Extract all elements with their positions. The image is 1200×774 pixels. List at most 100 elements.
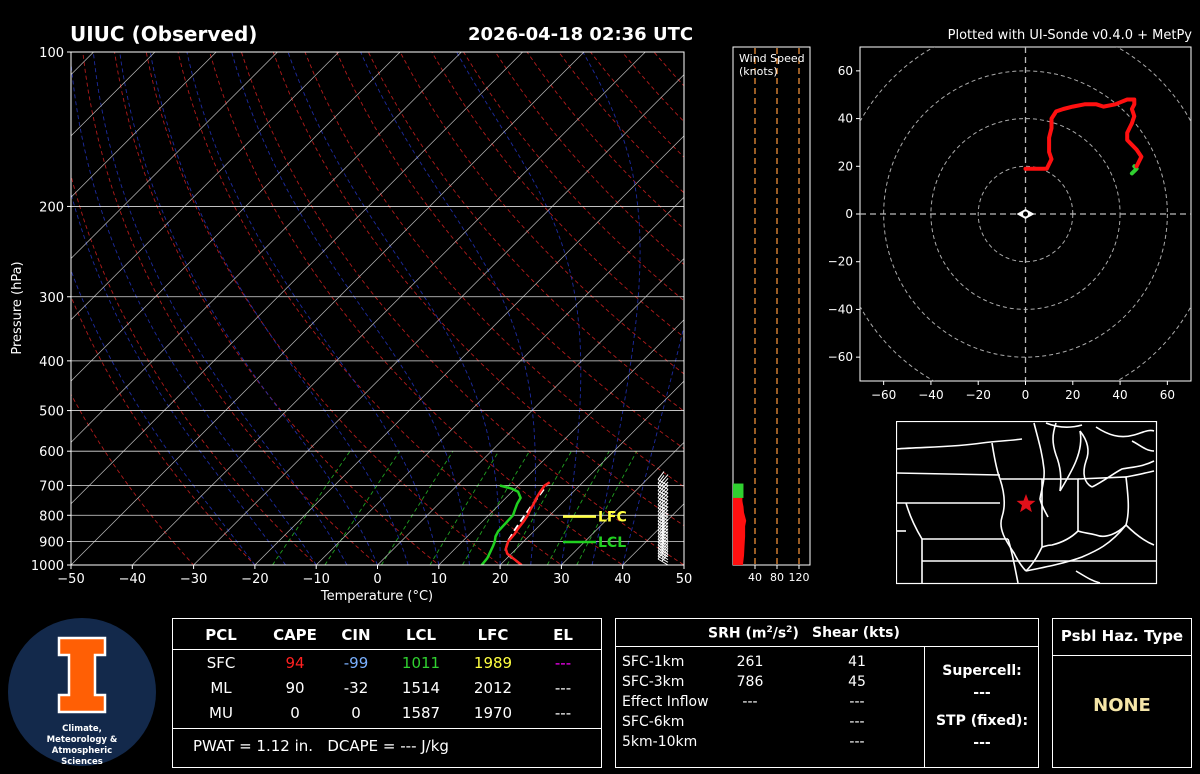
dry-adiabat-line	[209, 52, 624, 565]
dry-adiabat-line	[336, 52, 684, 450]
x-axis-label: Temperature (°C)	[320, 589, 433, 604]
y-tick-label: 900	[39, 536, 64, 551]
parcel-cell-pcl: SFC	[206, 654, 236, 672]
wind-speed-fill-high	[733, 483, 744, 498]
parcel-cell-pcl: ML	[210, 679, 232, 697]
dry-adiabat-line	[431, 52, 684, 338]
dry-adiabat-line	[272, 52, 684, 527]
y-tick-label: −20	[828, 255, 853, 269]
isotherm-line	[561, 441, 684, 565]
logo-caption: Climate, Meteorology & Atmospheric Scien…	[8, 724, 156, 768]
srh-header: SRH (m2/s2)	[708, 625, 799, 642]
wind-speed-title-line1: Wind Speed	[739, 52, 805, 65]
moist-adiabat-line	[92, 52, 348, 565]
parcel-cell-lcl: 1011	[401, 654, 441, 672]
kinematics-shear-value: ---	[849, 714, 865, 730]
isotherm-line	[499, 380, 684, 565]
kinematics-shear-value: 45	[848, 674, 866, 690]
kinematics-shear-value: ---	[849, 694, 865, 710]
isotherm-line	[132, 52, 646, 565]
kinematics-layer-label: SFC-1km	[622, 654, 685, 670]
kinematics-shear-value: ---	[849, 734, 865, 750]
x-tick-label: 20	[1065, 388, 1080, 402]
dry-adiabat-line	[621, 52, 684, 123]
supercell-label: Supercell:	[942, 663, 1022, 679]
parcel-cell-el: ---	[554, 679, 572, 697]
moist-adiabat-line	[71, 57, 317, 565]
skew-t-chart: 1002003004005006007008009001000 −50 −40 −3…	[10, 46, 692, 604]
hazard-type-value: NONE	[1093, 695, 1151, 716]
moist-adiabat-line	[186, 52, 440, 565]
x-tick-label: 20	[492, 572, 509, 587]
y-tick-label: 300	[39, 291, 64, 306]
level-label-lcl: LCL	[598, 535, 626, 551]
y-tick-label: 0	[845, 207, 853, 221]
kinematics-srh-value: ---	[742, 694, 758, 710]
supercell-value: ---	[973, 685, 991, 701]
x-tick-label: −30	[180, 572, 207, 587]
parcel-header-lcl: LCL	[405, 626, 437, 644]
kinematics-srh-value: 261	[736, 654, 764, 670]
y-tick-label: 600	[39, 445, 64, 460]
mixing-ratio-line	[429, 450, 500, 565]
parcel-cell-lcl: 1587	[401, 704, 441, 722]
parcel-cell-lcl: 1514	[401, 679, 441, 697]
dry-adiabat-line	[526, 52, 684, 230]
mixing-ratio-line	[272, 450, 351, 565]
kinematics-layer-label: Effect Inflow	[622, 694, 709, 710]
logo-caption-line: Atmospheric	[51, 746, 113, 756]
y-tick-label: −60	[828, 350, 853, 364]
hodograph-chart: −60 −40 −20 0 20 40 60 60 40 20 0 −20 −40 −60	[828, 46, 1192, 402]
mixing-ratio-line	[380, 450, 454, 565]
wind-speed-frame	[732, 46, 811, 566]
wind-speed-chart: Wind Speed (knots) 40 80 120	[732, 46, 811, 584]
dry-adiabat-line	[494, 52, 684, 266]
moist-adiabat-line	[582, 52, 641, 565]
level-label-lfc: LFC	[598, 510, 627, 526]
location-map	[896, 421, 1158, 585]
y-tick-label: 20	[838, 159, 853, 173]
y-tick-label: 40	[838, 112, 853, 126]
shear-header: Shear (kts)	[812, 625, 900, 641]
moist-adiabat-line	[287, 52, 501, 565]
moist-adiabat-line	[119, 52, 378, 565]
y-axis-label: Pressure (hPa)	[10, 261, 25, 354]
isotherm-line	[71, 52, 462, 443]
parcel-cell-lfc: 2012	[473, 679, 513, 697]
y-tick-label: 200	[39, 200, 64, 215]
department-logo: Climate, Meteorology & Atmospheric Scien…	[8, 618, 156, 768]
parcel-cell-el: ---	[554, 704, 572, 722]
parcel-cell-lfc: 1989	[473, 654, 513, 672]
wind-speed-title-line2: (knots)	[739, 65, 778, 78]
parcel-header-pcl: PCL	[205, 626, 237, 644]
isotherm-line	[71, 52, 523, 505]
x-tick-label: 0	[1022, 388, 1030, 402]
y-tick-label: 400	[39, 355, 64, 370]
logo-caption-line: Climate,	[62, 724, 102, 734]
y-tick-label: 800	[39, 509, 64, 524]
dry-adiabat-line	[463, 52, 684, 302]
dry-adiabat-line	[71, 173, 317, 565]
x-tick-label: 80	[770, 571, 784, 584]
parcel-table: PCL CAPE CIN LCL LFC EL SFC 94 -99 1011 1989 --- ML…	[172, 618, 602, 768]
dry-adiabat-line	[71, 393, 195, 565]
x-tick-label: 40	[748, 571, 762, 584]
moist-adiabat-line	[149, 52, 409, 565]
dry-adiabat-line	[71, 295, 256, 565]
moist-adiabat-line	[71, 191, 286, 565]
stp-label: STP (fixed):	[935, 713, 1029, 729]
kinematics-panel: SRH (m2/s2) Shear (kts) SFC-1km 261 41 SFC-…	[615, 618, 1039, 768]
y-tick-label: −40	[828, 302, 853, 316]
x-tick-label: 40	[1112, 388, 1127, 402]
x-tick-label: 120	[789, 571, 810, 584]
x-tick-label: −40	[918, 388, 943, 402]
kinematics-shear-value: 41	[848, 654, 866, 670]
wind-barb	[657, 471, 665, 480]
x-tick-label: 60	[1160, 388, 1175, 402]
hazard-panel: Psbl Haz. Type NONE	[1052, 618, 1192, 768]
dry-adiabat-line	[177, 52, 563, 565]
y-tick-label: 700	[39, 480, 64, 495]
y-tick-label: 100	[39, 46, 64, 61]
x-tick-label: −50	[57, 572, 84, 587]
wind-barb	[661, 474, 669, 482]
